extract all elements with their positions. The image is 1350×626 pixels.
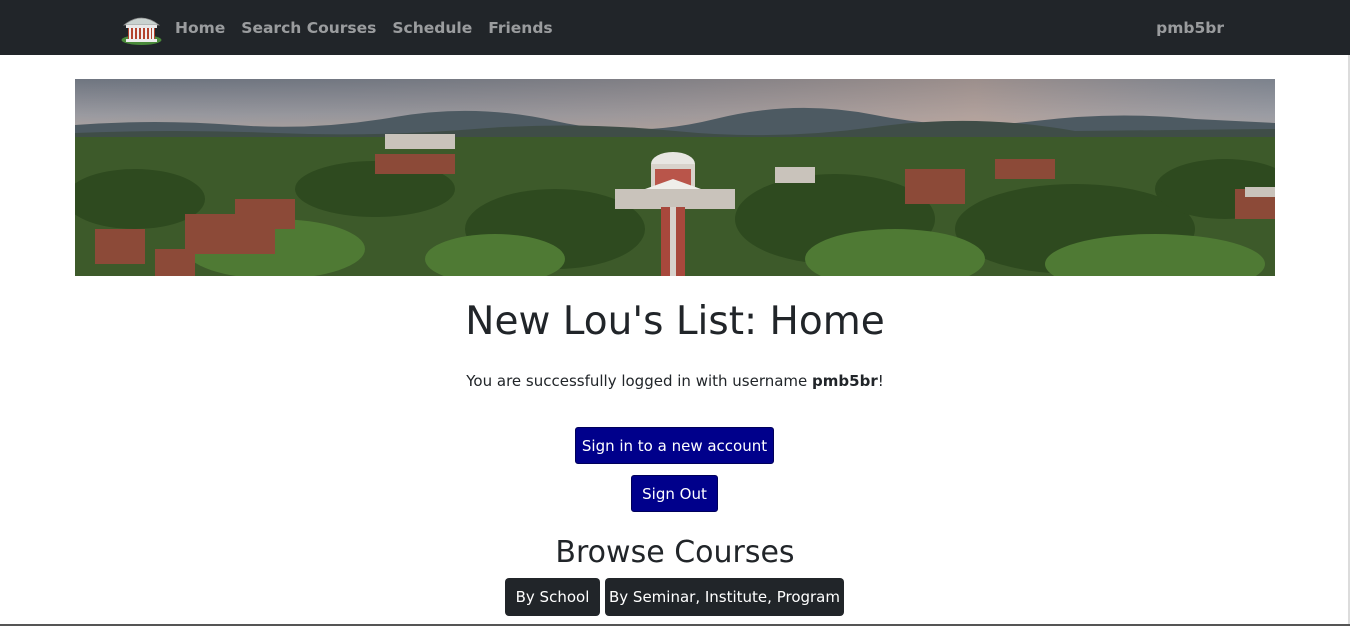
nav-links: Home Search Courses Schedule Friends [175,0,553,55]
browse-by-school-button[interactable]: By School [505,578,600,616]
campus-banner-image [75,79,1275,276]
login-status-message: You are successfully logged in with user… [0,370,1350,392]
nav-link-search-courses[interactable]: Search Courses [241,19,376,37]
sign-in-new-account-button[interactable]: Sign in to a new account [575,427,774,464]
top-navbar: Home Search Courses Schedule Friends pmb… [0,0,1350,55]
nav-link-friends[interactable]: Friends [488,19,552,37]
nav-link-home[interactable]: Home [175,19,225,37]
browse-courses-heading: Browse Courses [555,535,795,570]
login-message-prefix: You are successfully logged in with user… [466,372,813,390]
nav-link-schedule[interactable]: Schedule [392,19,472,37]
login-username: pmb5br [812,372,878,390]
page-title: New Lou's List: Home [465,299,885,344]
login-message-suffix: ! [877,372,884,390]
rotunda-logo-icon[interactable] [120,9,163,45]
browse-by-seminar-button[interactable]: By Seminar, Institute, Program [605,578,844,616]
sign-out-button[interactable]: Sign Out [631,475,718,512]
nav-username[interactable]: pmb5br [1156,0,1224,55]
